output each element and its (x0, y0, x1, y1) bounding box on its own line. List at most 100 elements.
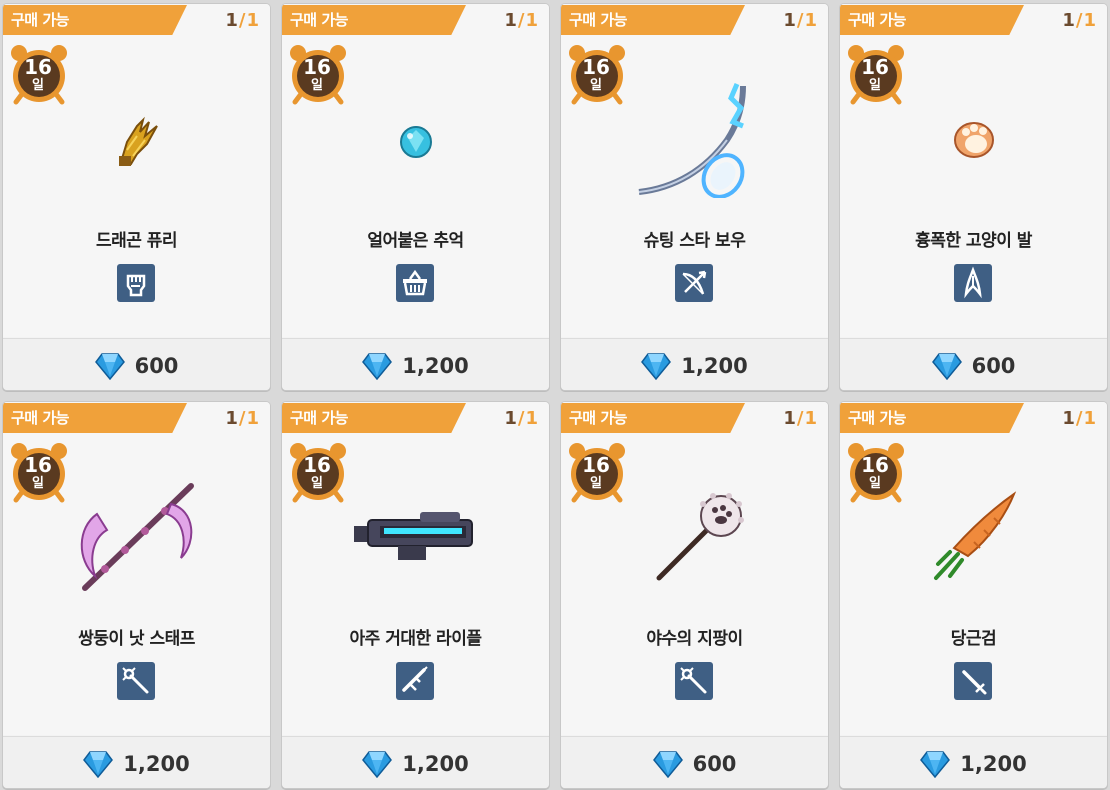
stock-current: 1 (504, 408, 518, 429)
diamond-icon (931, 352, 962, 380)
alarm-clock-icon: 16 일 (10, 442, 68, 504)
card-body: 구매 가능 1/1 16 일 당근검 (840, 402, 1107, 735)
days-remaining: 16 (861, 55, 889, 79)
item-name: 아주 거대한 라이플 (349, 629, 482, 649)
card-body: 구매 가능 1/1 16 일 슈팅 스타 보우 (561, 4, 828, 337)
cat-paw-art (954, 122, 994, 158)
days-remaining: 16 (24, 55, 52, 79)
days-unit: 일 (32, 78, 44, 93)
stock-count: 1/1 (504, 10, 539, 31)
shop-item-card[interactable]: 구매 가능 1/1 16 일 아주 거대한 라이플 1,200 (281, 401, 550, 789)
giant-rifle-art (354, 512, 473, 560)
golden-claw-art (119, 116, 158, 166)
item-name: 얼어붙은 추억 (367, 231, 464, 251)
shop-item-card[interactable]: 구매 가능 1/1 16 일 드래곤 퓨리 600 (2, 3, 271, 391)
price-value: 1,200 (402, 752, 469, 776)
days-remaining: 16 (861, 453, 889, 477)
days-remaining: 16 (303, 55, 331, 79)
stock-current: 1 (1062, 10, 1076, 31)
stock-current: 1 (225, 10, 239, 31)
claw-icon (954, 264, 992, 302)
diamond-icon (83, 750, 114, 778)
stock-total: 1 (246, 10, 260, 31)
shop-item-card[interactable]: 구매 가능 1/1 16 일 슈팅 스타 보우 1,200 (560, 3, 829, 391)
price-row[interactable]: 1,200 (282, 736, 549, 788)
shop-item-card[interactable]: 구매 가능 1/1 16 일 얼어붙은 추억 1,200 (281, 3, 550, 391)
basket-icon (396, 264, 434, 302)
price-value: 600 (971, 354, 1016, 378)
carrot-sword-art (934, 491, 1017, 580)
twin-scythe-art (80, 483, 194, 591)
alarm-clock-icon: 16 일 (568, 442, 626, 504)
sword-icon (954, 662, 992, 700)
card-body: 구매 가능 1/1 16 일 흉폭한 고양이 발 (840, 4, 1107, 337)
status-banner: 구매 가능 (3, 5, 187, 35)
card-body: 구매 가능 1/1 16 일 야수의 지팡이 (561, 402, 828, 735)
staff-icon (675, 662, 713, 700)
stock-current: 1 (783, 408, 797, 429)
price-row[interactable]: 1,200 (282, 338, 549, 390)
stock-count: 1/1 (783, 408, 818, 429)
status-banner: 구매 가능 (3, 403, 187, 433)
days-unit: 일 (869, 476, 881, 491)
alarm-clock-icon: 16 일 (289, 442, 347, 504)
beast-staff-art (656, 493, 744, 581)
status-banner: 구매 가능 (840, 5, 1024, 35)
alarm-clock-icon: 16 일 (568, 44, 626, 106)
item-name: 쌍둥이 낫 스태프 (78, 629, 195, 649)
item-name: 당근검 (950, 629, 997, 649)
status-banner: 구매 가능 (282, 5, 466, 35)
days-remaining: 16 (582, 453, 610, 477)
card-body: 구매 가능 1/1 16 일 아주 거대한 라이플 (282, 402, 549, 735)
item-name: 흉폭한 고양이 발 (915, 231, 1032, 251)
shop-item-card[interactable]: 구매 가능 1/1 16 일 야수의 지팡이 600 (560, 401, 829, 789)
price-value: 600 (692, 752, 737, 776)
stock-count: 1/1 (225, 408, 260, 429)
days-remaining: 16 (303, 453, 331, 477)
shop-item-card[interactable]: 구매 가능 1/1 16 일 당근검 1,200 (839, 401, 1108, 789)
shop-item-card[interactable]: 구매 가능 1/1 16 일 흉폭한 고양이 발 600 (839, 3, 1108, 391)
stock-total: 1 (1083, 408, 1097, 429)
alarm-clock-icon: 16 일 (847, 44, 905, 106)
alarm-clock-icon: 16 일 (289, 44, 347, 106)
diamond-icon (94, 352, 125, 380)
diamond-icon (652, 750, 683, 778)
price-row[interactable]: 600 (840, 338, 1107, 390)
fist-icon (117, 264, 155, 302)
stock-count: 1/1 (225, 10, 260, 31)
item-name: 야수의 지팡이 (646, 629, 743, 649)
card-body: 구매 가능 1/1 16 일 쌍둥이 낫 스태프 (3, 402, 270, 735)
ice-gem-art (400, 126, 432, 158)
item-name: 슈팅 스타 보우 (643, 231, 746, 251)
price-row[interactable]: 1,200 (840, 736, 1107, 788)
item-name: 드래곤 퓨리 (95, 231, 178, 251)
price-value: 600 (134, 354, 179, 378)
price-value: 1,200 (681, 354, 748, 378)
stock-current: 1 (783, 10, 797, 31)
stock-total: 1 (525, 10, 539, 31)
price-value: 1,200 (123, 752, 190, 776)
shop-item-grid: 구매 가능 1/1 16 일 드래곤 퓨리 600 구매 가능 1/1 16 일… (0, 0, 1110, 790)
diamond-icon (362, 352, 393, 380)
price-value: 1,200 (402, 354, 469, 378)
stock-total: 1 (246, 408, 260, 429)
stock-count: 1/1 (1062, 408, 1097, 429)
shop-item-card[interactable]: 구매 가능 1/1 16 일 쌍둥이 낫 스태프 1,200 (2, 401, 271, 789)
days-remaining: 16 (582, 55, 610, 79)
price-row[interactable]: 600 (3, 338, 270, 390)
price-row[interactable]: 1,200 (561, 338, 828, 390)
days-unit: 일 (311, 78, 323, 93)
stock-total: 1 (804, 10, 818, 31)
stock-current: 1 (504, 10, 518, 31)
status-banner: 구매 가능 (840, 403, 1024, 433)
status-banner: 구매 가능 (282, 403, 466, 433)
price-row[interactable]: 600 (561, 736, 828, 788)
price-row[interactable]: 1,200 (3, 736, 270, 788)
stock-total: 1 (1083, 10, 1097, 31)
days-unit: 일 (590, 476, 602, 491)
stock-count: 1/1 (504, 408, 539, 429)
status-banner: 구매 가능 (561, 5, 745, 35)
stock-total: 1 (525, 408, 539, 429)
days-unit: 일 (590, 78, 602, 93)
days-unit: 일 (869, 78, 881, 93)
